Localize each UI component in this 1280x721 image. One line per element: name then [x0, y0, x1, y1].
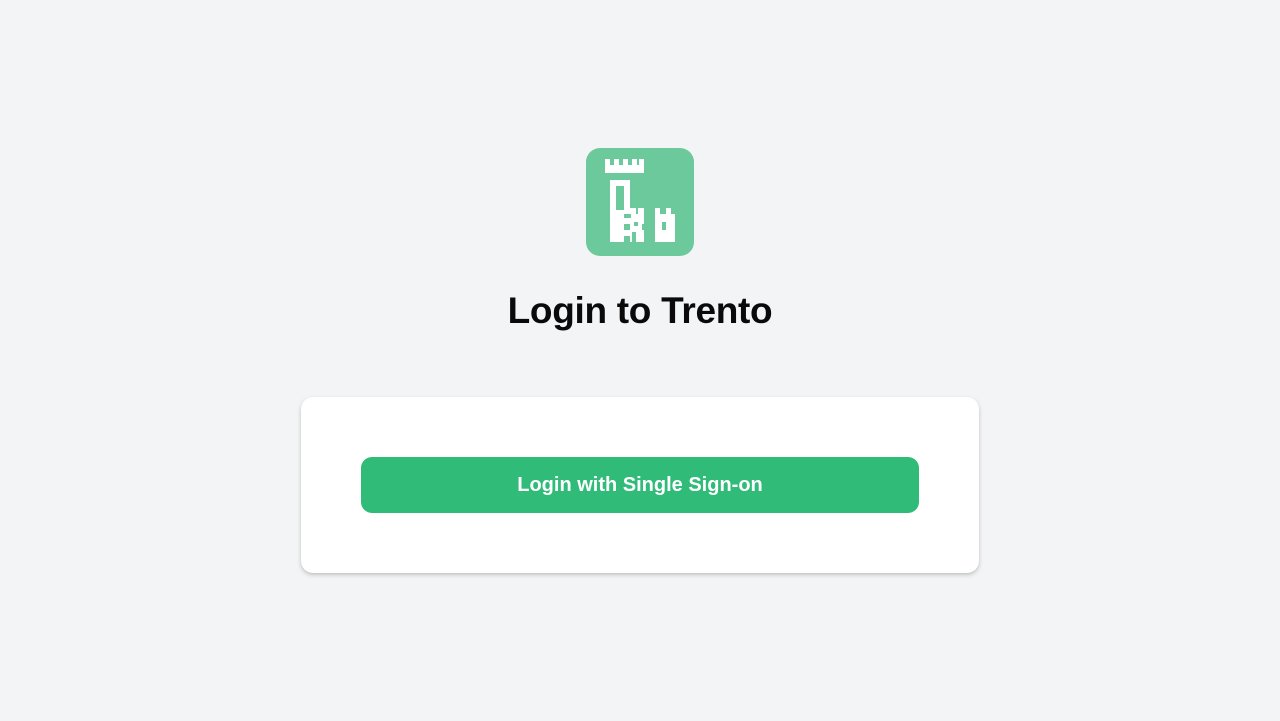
castle-icon [605, 159, 675, 242]
sso-login-button[interactable]: Login with Single Sign-on [361, 457, 919, 513]
login-card: Login with Single Sign-on [301, 397, 979, 573]
page-title: Login to Trento [507, 290, 773, 331]
trento-logo-icon [586, 148, 694, 256]
